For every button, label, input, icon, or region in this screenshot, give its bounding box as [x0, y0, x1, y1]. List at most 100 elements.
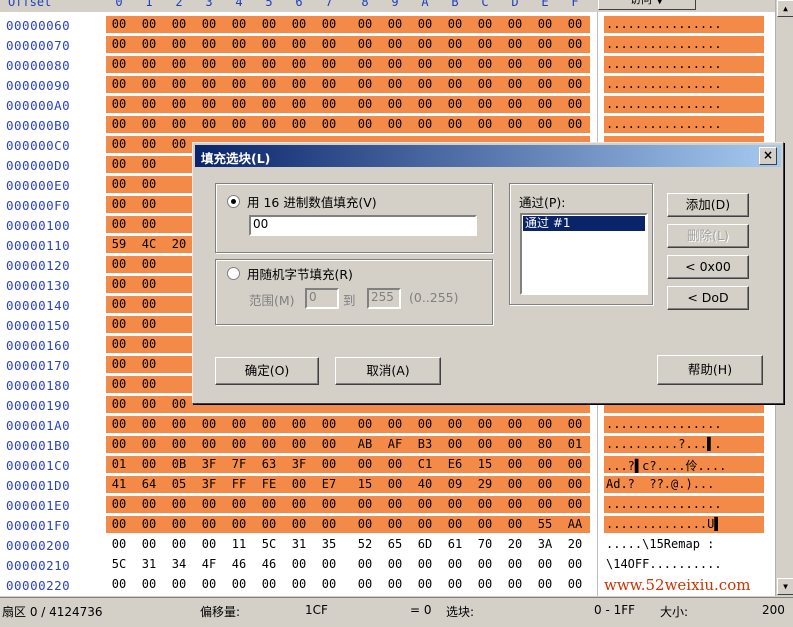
- hex-row[interactable]: 00 00 00 00 00 00 00 00 00 00 00 00 00 00 00 00: [106, 76, 590, 93]
- hex-byte[interactable]: 31: [136, 557, 162, 571]
- hex-byte[interactable]: 00: [196, 437, 222, 451]
- hex-byte[interactable]: 00: [442, 37, 468, 51]
- hex-byte[interactable]: 31: [286, 537, 312, 551]
- hex-row[interactable]: 00 00 00 00 00 00 00 00 00 00 00 00 00 00 00 00: [106, 36, 590, 53]
- hex-byte[interactable]: 00: [286, 17, 312, 31]
- hex-row[interactable]: 00 00 00 00 11 5C 31 35 52 65 6D 61 70 20 3A 20: [106, 536, 590, 553]
- scroll-up-icon[interactable]: ▲: [777, 0, 793, 17]
- hex-byte[interactable]: 00: [412, 17, 438, 31]
- hex-byte[interactable]: 00: [256, 437, 282, 451]
- hex-byte[interactable]: 00: [166, 577, 192, 591]
- hex-byte[interactable]: 00: [442, 497, 468, 511]
- hex-byte[interactable]: 3F: [286, 457, 312, 471]
- hex-byte[interactable]: 00: [196, 537, 222, 551]
- hex-byte[interactable]: 00: [532, 117, 558, 131]
- random-fill-radio[interactable]: [227, 267, 240, 280]
- hex-byte[interactable]: 00: [316, 97, 342, 111]
- hex-byte[interactable]: 00: [196, 37, 222, 51]
- hex-byte[interactable]: 00: [316, 57, 342, 71]
- hex-byte[interactable]: 00: [106, 497, 132, 511]
- hex-byte[interactable]: 00: [196, 577, 222, 591]
- hex-byte[interactable]: 00: [136, 537, 162, 551]
- ascii-row[interactable]: ................: [604, 16, 764, 33]
- hex-byte[interactable]: 00: [226, 97, 252, 111]
- hex-byte[interactable]: 00: [106, 417, 132, 431]
- ascii-row[interactable]: ................: [604, 496, 764, 513]
- hex-byte[interactable]: 00: [166, 57, 192, 71]
- ascii-row[interactable]: ................: [604, 76, 764, 93]
- hex-byte[interactable]: 00: [166, 97, 192, 111]
- hex-byte[interactable]: 00: [166, 497, 192, 511]
- hex-byte[interactable]: 00: [316, 77, 342, 91]
- hex-byte[interactable]: 00: [136, 177, 162, 191]
- hex-byte[interactable]: 00: [562, 37, 588, 51]
- hex-byte[interactable]: 00: [532, 557, 558, 571]
- hex-byte[interactable]: 00: [562, 577, 588, 591]
- hex-byte[interactable]: 00: [106, 297, 132, 311]
- hex-byte[interactable]: 46: [256, 557, 282, 571]
- hex-byte[interactable]: 00: [502, 477, 528, 491]
- hex-byte[interactable]: 00: [442, 57, 468, 71]
- hex-byte[interactable]: 00: [226, 37, 252, 51]
- hex-byte[interactable]: 00: [136, 417, 162, 431]
- hex-byte[interactable]: 00: [382, 97, 408, 111]
- hex-byte[interactable]: 00: [136, 277, 162, 291]
- hex-row[interactable]: 00 00 00 00 00 00 00 00 00 00 00 00 00 00 55 AA: [106, 516, 590, 533]
- hex-byte[interactable]: 00: [316, 37, 342, 51]
- hex-byte[interactable]: E7: [316, 477, 342, 491]
- hex-byte[interactable]: 00: [472, 57, 498, 71]
- hex-byte[interactable]: 00: [166, 117, 192, 131]
- hex-byte[interactable]: 00: [532, 97, 558, 111]
- hex-byte[interactable]: 00: [256, 117, 282, 131]
- hex-byte[interactable]: 00: [442, 97, 468, 111]
- hex-byte[interactable]: 00: [286, 57, 312, 71]
- hex-byte[interactable]: 00: [136, 77, 162, 91]
- ascii-row[interactable]: ..............U▌: [604, 516, 764, 533]
- hex-byte[interactable]: 00: [316, 497, 342, 511]
- hex-byte[interactable]: 00: [562, 497, 588, 511]
- hex-byte[interactable]: 00: [136, 357, 162, 371]
- hex-byte[interactable]: 00: [106, 517, 132, 531]
- hex-byte[interactable]: 0B: [166, 457, 192, 471]
- hex-byte[interactable]: 63: [256, 457, 282, 471]
- hex-byte[interactable]: 00: [286, 117, 312, 131]
- hex-byte[interactable]: 00: [502, 57, 528, 71]
- hex-byte[interactable]: 00: [382, 77, 408, 91]
- hex-byte[interactable]: 34: [166, 557, 192, 571]
- hex-byte[interactable]: AF: [382, 437, 408, 451]
- hex-byte[interactable]: 00: [316, 517, 342, 531]
- hex-byte[interactable]: 00: [562, 557, 588, 571]
- hex-byte[interactable]: 00: [412, 57, 438, 71]
- hex-byte[interactable]: 55: [532, 517, 558, 531]
- hex-byte[interactable]: 00: [226, 577, 252, 591]
- hex-byte[interactable]: 00: [136, 377, 162, 391]
- hex-byte[interactable]: 00: [472, 437, 498, 451]
- ascii-row[interactable]: \14OFF..........: [604, 556, 764, 573]
- hex-byte[interactable]: 00: [382, 497, 408, 511]
- hex-byte[interactable]: 00: [502, 457, 528, 471]
- hex-byte[interactable]: 00: [352, 417, 378, 431]
- hex-byte[interactable]: E6: [442, 457, 468, 471]
- hex-byte[interactable]: 00: [442, 117, 468, 131]
- hex-row[interactable]: 00 00 00 00 00 00 00 00 00 00 00 00 00 00 00 00: [106, 116, 590, 133]
- hex-byte[interactable]: 00: [226, 77, 252, 91]
- hex-byte[interactable]: 00: [106, 577, 132, 591]
- hex-byte[interactable]: 00: [502, 417, 528, 431]
- hex-byte[interactable]: 11: [226, 537, 252, 551]
- hex-byte[interactable]: 7F: [226, 457, 252, 471]
- hex-byte[interactable]: 00: [532, 577, 558, 591]
- hex-byte[interactable]: 00: [316, 557, 342, 571]
- hex-byte[interactable]: 00: [136, 457, 162, 471]
- hex-byte[interactable]: 52: [352, 537, 378, 551]
- hex-byte[interactable]: 00: [562, 77, 588, 91]
- hex-byte[interactable]: 00: [442, 417, 468, 431]
- hex-byte[interactable]: 00: [316, 457, 342, 471]
- passes-listbox[interactable]: 通过 #1: [520, 213, 648, 295]
- delete-pass-button[interactable]: 删除(L): [667, 224, 749, 248]
- range-to-input[interactable]: 255: [367, 288, 401, 309]
- hex-byte[interactable]: 00: [382, 517, 408, 531]
- dod-wipe-button[interactable]: < DoD: [667, 286, 749, 310]
- hex-byte[interactable]: 00: [106, 97, 132, 111]
- hex-byte[interactable]: 59: [106, 237, 132, 251]
- hex-byte[interactable]: C1: [412, 457, 438, 471]
